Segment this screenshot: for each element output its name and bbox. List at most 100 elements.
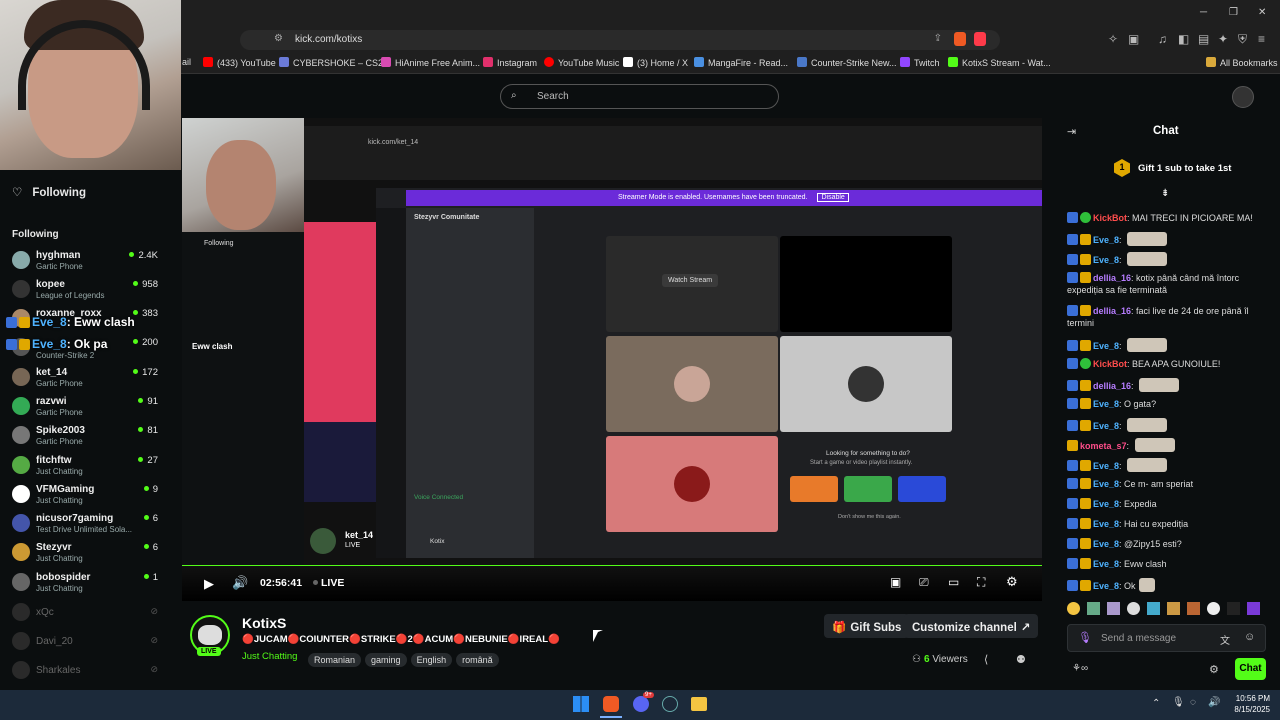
gift-subs-button[interactable]: 🎁 Gift Subs: [824, 614, 910, 638]
channel-name[interactable]: KotixS: [242, 615, 286, 631]
sidebar-item-spike2003[interactable]: Spike2003 Gartic Phone 81: [0, 421, 180, 450]
follow-user-icon[interactable]: ⚉: [1016, 653, 1026, 666]
customize-channel-button[interactable]: Customize channel ↗: [904, 614, 1039, 638]
gift-leaderboard[interactable]: Gift 1 sub to take 1st: [1138, 163, 1231, 174]
sidebar-item-davi-20[interactable]: Davi_20 ⊘: [0, 627, 180, 656]
extensions-icon[interactable]: ✧: [1108, 32, 1118, 46]
media-icon[interactable]: ♫: [1158, 32, 1167, 46]
sidebar-item-fitchftw[interactable]: fitchftw Just Chatting 27: [0, 451, 180, 480]
clock-time[interactable]: 10:56 PM: [1230, 694, 1270, 703]
steam-icon[interactable]: [662, 696, 678, 712]
sidebar-following-header[interactable]: ♡ Following: [12, 185, 86, 199]
emote-icon[interactable]: [1147, 602, 1160, 615]
clip-icon[interactable]: ⎚: [919, 575, 929, 590]
share-icon[interactable]: ⇪: [934, 33, 942, 44]
emote-icon[interactable]: [1107, 602, 1120, 615]
site-settings-icon[interactable]: ⚙: [274, 33, 283, 44]
chat-settings-icon[interactable]: ⚙: [1209, 663, 1219, 676]
sidebar-item-kopee[interactable]: kopee League of Legends 958: [0, 275, 180, 304]
points-icon[interactable]: ⚘∞: [1072, 663, 1088, 674]
sidebar-item-ket-14[interactable]: ket_14 Gartic Phone 172: [0, 363, 180, 392]
chat-username[interactable]: KickBot: [1093, 359, 1127, 369]
send-chat-button[interactable]: Chat: [1235, 658, 1266, 680]
chat-username[interactable]: dellia_16: [1093, 273, 1131, 283]
user-avatar[interactable]: [1232, 86, 1254, 108]
emoji-icon[interactable]: ☺: [1244, 631, 1255, 643]
tag[interactable]: română: [456, 653, 499, 667]
menu-icon[interactable]: ≡: [1258, 32, 1265, 46]
emote-icon[interactable]: [1207, 602, 1220, 615]
share-icon[interactable]: ⟨: [984, 653, 988, 666]
sidebar-icon[interactable]: ◧: [1178, 32, 1189, 46]
tray-chevron-icon[interactable]: ⌃: [1152, 698, 1160, 709]
bookmark-item[interactable]: HiAnime Free Anim...: [381, 57, 480, 68]
translate-icon[interactable]: 文: [1220, 632, 1230, 647]
brave-rewards-icon[interactable]: [974, 32, 986, 46]
bookmark-item[interactable]: Counter-Strike New...: [797, 57, 897, 68]
bookmark-item[interactable]: KotixS Stream - Wat...: [948, 57, 1051, 68]
chat-username[interactable]: Eve_8: [1093, 499, 1119, 509]
microphone-icon[interactable]: 🎙: [1078, 631, 1092, 644]
chat-username[interactable]: Eve_8: [1093, 341, 1119, 351]
tag[interactable]: Romanian: [308, 653, 362, 667]
speaker-icon[interactable]: 🔊: [1208, 697, 1220, 708]
clock-date[interactable]: 8/15/2025: [1228, 705, 1270, 714]
theater-icon[interactable]: ▭: [948, 575, 959, 589]
emote-icon[interactable]: [1227, 602, 1240, 615]
volume-icon[interactable]: 🔊: [232, 575, 248, 591]
chat-username[interactable]: Eve_8: [1093, 581, 1119, 591]
chat-username[interactable]: Eve_8: [1093, 235, 1119, 245]
emote-icon[interactable]: [1187, 602, 1200, 615]
stream-category[interactable]: Just Chatting: [242, 651, 297, 662]
sidebar-item-stezyvr[interactable]: Stezyvr Just Chatting 6: [0, 538, 180, 567]
bookmark-item[interactable]: MangaFire - Read...: [694, 57, 788, 68]
live-label[interactable]: LIVE: [321, 577, 344, 589]
sidebar-item-bobospider[interactable]: bobospider Just Chatting 1: [0, 568, 180, 597]
windows-start-icon[interactable]: [573, 696, 589, 712]
screenshot-icon[interactable]: ▣: [1128, 32, 1139, 46]
leo-ai-icon[interactable]: ✦: [1218, 32, 1228, 46]
tag[interactable]: gaming: [365, 653, 407, 667]
minimize-icon[interactable]: ─: [1200, 7, 1207, 18]
sidebar-item-sharkales[interactable]: Sharkales ⊘: [0, 656, 180, 685]
video-player[interactable]: kick.com/ket_14 Following Eww clash Stre…: [182, 118, 1042, 601]
chat-username[interactable]: KickBot: [1093, 213, 1127, 223]
chat-username[interactable]: dellia_16: [1093, 306, 1131, 316]
collapse-chat-icon[interactable]: ⇥: [1067, 125, 1076, 138]
tag[interactable]: English: [410, 653, 453, 667]
file-explorer-icon[interactable]: [691, 697, 707, 711]
emote-icon[interactable]: [1167, 602, 1180, 615]
maximize-icon[interactable]: ❐: [1229, 7, 1238, 18]
chat-username[interactable]: Eve_8: [1093, 559, 1119, 569]
chat-username[interactable]: Eve_8: [1093, 421, 1119, 431]
address-bar[interactable]: ⚙ kick.com/kotixs ⇪: [240, 30, 1000, 50]
bookmark-item[interactable]: YouTube Music: [544, 57, 619, 68]
chat-username[interactable]: Eve_8: [1093, 255, 1119, 265]
chat-username[interactable]: Eve_8: [1093, 399, 1119, 409]
sidebar-item-razvwi[interactable]: razvwi Gartic Phone 91: [0, 392, 180, 421]
sidebar-item-nicusor7gaming[interactable]: nicusor7gaming Test Drive Unlimited Sola…: [0, 509, 180, 538]
emote-icon[interactable]: [1127, 602, 1140, 615]
brave-browser-icon[interactable]: [603, 696, 619, 712]
chat-username[interactable]: Eve_8: [1093, 519, 1119, 529]
bookmark-item[interactable]: (433) YouTube: [203, 57, 276, 68]
pip-icon[interactable]: ▣: [890, 575, 901, 589]
settings-icon[interactable]: ⚙: [1006, 574, 1018, 590]
pinned-toggle-icon[interactable]: ⇟: [1161, 188, 1169, 199]
sidebar-item-xqc[interactable]: xQc ⊘: [0, 598, 180, 627]
wallet-icon[interactable]: ▤: [1198, 32, 1209, 46]
vpn-icon[interactable]: ⛨: [1238, 32, 1247, 47]
chat-username[interactable]: Eve_8: [1093, 539, 1119, 549]
network-icon[interactable]: ◌: [1190, 697, 1196, 708]
sidebar-item-hyghman[interactable]: hyghman Gartic Phone 2.4K: [0, 246, 180, 275]
bookmark-item[interactable]: ail: [182, 57, 191, 67]
bookmark-item[interactable]: Twitch: [900, 57, 940, 68]
tray-mic-icon[interactable]: 🎙: [1172, 697, 1185, 708]
brave-shield-icon[interactable]: [954, 32, 966, 46]
chat-username[interactable]: kometa_s7: [1080, 441, 1127, 451]
emote-icon[interactable]: [1067, 602, 1080, 615]
chat-username[interactable]: Eve_8: [1093, 461, 1119, 471]
close-icon[interactable]: ✕: [1258, 7, 1266, 18]
chat-input[interactable]: 🎙 Send a message 文 ☺: [1067, 624, 1266, 652]
chat-username[interactable]: Eve_8: [1093, 479, 1119, 489]
